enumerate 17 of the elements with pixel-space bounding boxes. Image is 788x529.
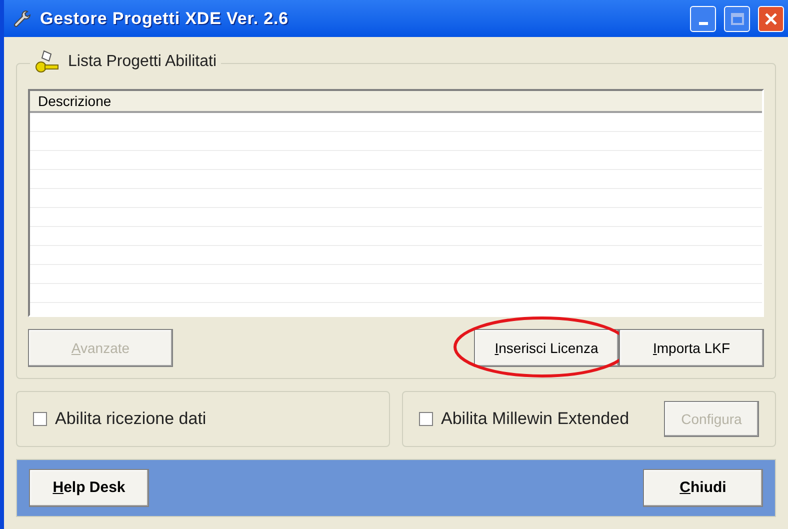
checkbox-label: Abilita ricezione dati — [55, 408, 206, 430]
key-icon — [34, 49, 60, 75]
footer-button[interactable]: Help Desk — [29, 469, 149, 507]
close-icon — [764, 12, 778, 26]
checkbox[interactable] — [33, 412, 47, 426]
column-header[interactable]: Descrizione — [30, 91, 762, 111]
list-button[interactable]: Inserisci Licenza — [474, 329, 619, 367]
checkbox[interactable] — [419, 412, 433, 426]
maximize-button[interactable] — [724, 6, 750, 32]
close-button[interactable] — [758, 6, 784, 32]
minimize-button[interactable] — [690, 6, 716, 32]
checkbox-label: Abilita Millewin Extended — [441, 408, 630, 430]
window-title: Gestore Progetti XDE Ver. 2.6 — [40, 8, 290, 30]
list-button[interactable]: Importa LKF — [619, 329, 764, 367]
wrench-icon — [12, 8, 32, 28]
group-title: Lista Progetti Abilitati — [68, 52, 217, 72]
footer-button[interactable]: Chiudi — [643, 469, 763, 507]
